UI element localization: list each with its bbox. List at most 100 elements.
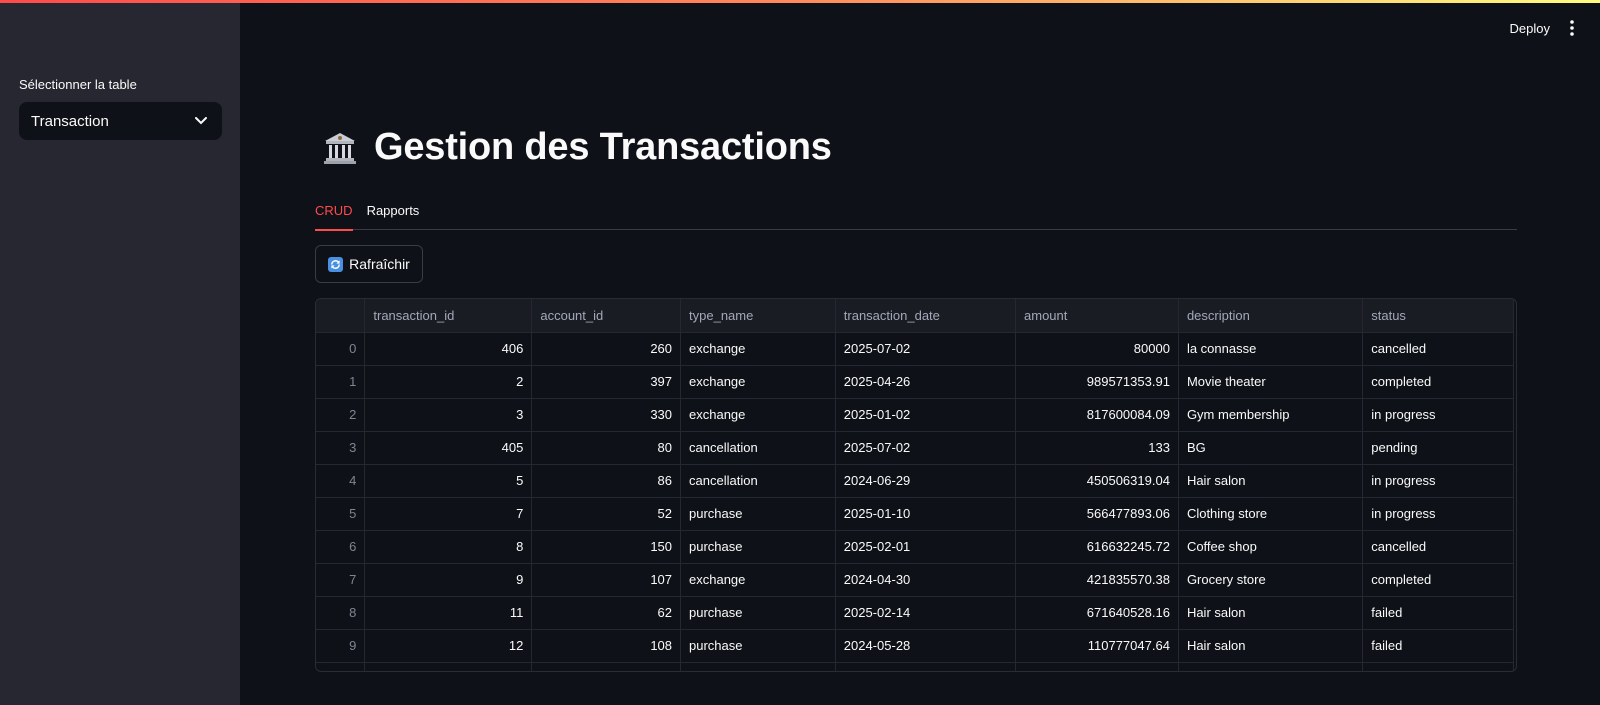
table-row[interactable]: 5 7 52 purchase 2025-01-10 566477893.06 Clothi…: [316, 497, 1514, 531]
table-cell[interactable]: 817600084.09: [1015, 398, 1179, 432]
table-cell[interactable]: 2024-06-29: [835, 464, 1017, 498]
table-row[interactable]: 4 5 86 cancellation 2024-06-29 450506319.04 Ha…: [316, 464, 1514, 498]
table-cell[interactable]: in progress: [1362, 464, 1514, 498]
table-cell[interactable]: 107: [531, 563, 682, 597]
more-options-icon[interactable]: [1566, 18, 1578, 38]
table-cell[interactable]: 2025-07-02: [835, 332, 1017, 366]
table-cell[interactable]: 62: [531, 596, 682, 630]
table-cell[interactable]: completed: [1362, 365, 1514, 399]
table-cell[interactable]: 52: [531, 497, 682, 531]
table-cell[interactable]: Hair salon: [1178, 629, 1364, 663]
table-select[interactable]: Transaction: [19, 102, 222, 140]
table-cell[interactable]: 2: [364, 365, 533, 399]
table-row[interactable]: 1 2 397 exchange 2025-04-26 989571353.91 Movie…: [316, 365, 1514, 399]
table-cell[interactable]: failed: [1362, 629, 1514, 663]
table-row[interactable]: 8 11 62 purchase 2025-02-14 671640528.16 Hair …: [316, 596, 1514, 630]
table-cell[interactable]: Hair salon: [1178, 464, 1364, 498]
table-cell[interactable]: 671640528.16: [1015, 596, 1179, 630]
tab-rapports[interactable]: Rapports: [367, 200, 420, 230]
table-cell[interactable]: 9: [364, 563, 533, 597]
table-row[interactable]: 2 3 330 exchange 2025-01-02 817600084.09 Gym m…: [316, 398, 1514, 432]
table-row[interactable]: 9 12 108 purchase 2024-05-28 110777047.64 Hair…: [316, 629, 1514, 663]
table-cell[interactable]: cancelled: [1362, 530, 1514, 564]
sidebar: Sélectionner la table Transaction: [0, 3, 240, 705]
table-cell[interactable]: 2025-02-14: [835, 596, 1017, 630]
table-cell[interactable]: 5: [364, 464, 533, 498]
table-cell[interactable]: 421835570.38: [1015, 563, 1179, 597]
table-cell[interactable]: 2025-02-01: [835, 530, 1017, 564]
table-cell[interactable]: 86: [531, 464, 682, 498]
table-cell[interactable]: 616632245.72: [1015, 530, 1179, 564]
row-index: 2: [316, 398, 366, 432]
deploy-button[interactable]: Deploy: [1510, 21, 1550, 36]
table-cell[interactable]: Coffee shop: [1178, 530, 1364, 564]
table-cell[interactable]: 80: [531, 431, 682, 465]
table-cell[interactable]: exchange: [680, 563, 836, 597]
table-cell[interactable]: purchase: [680, 530, 836, 564]
table-cell[interactable]: 260: [531, 332, 682, 366]
table-cell[interactable]: 80000: [1015, 332, 1179, 366]
refresh-button[interactable]: Rafraîchir: [315, 245, 423, 283]
table-cell[interactable]: 3: [364, 398, 533, 432]
table-cell[interactable]: 566477893.06: [1015, 497, 1179, 531]
table-cell[interactable]: Movie theater: [1178, 365, 1364, 399]
column-header[interactable]: status: [1362, 299, 1514, 333]
column-header[interactable]: transaction_id: [364, 299, 533, 333]
table-cell[interactable]: 7: [364, 497, 533, 531]
table-cell[interactable]: purchase: [680, 629, 836, 663]
data-table[interactable]: transaction_id account_id type_name tran…: [315, 298, 1517, 672]
table-cell[interactable]: exchange: [680, 332, 836, 366]
table-cell[interactable]: failed: [1362, 596, 1514, 630]
table-cell[interactable]: 2025-01-02: [835, 398, 1017, 432]
table-row[interactable]: 0 406 260 exchange 2025-07-02 80000 la connass…: [316, 332, 1514, 366]
table-cell[interactable]: 406: [364, 332, 533, 366]
table-cell[interactable]: cancellation: [680, 431, 836, 465]
table-cell[interactable]: 12: [364, 629, 533, 663]
table-cell[interactable]: Clothing store: [1178, 497, 1364, 531]
table-cell[interactable]: exchange: [680, 398, 836, 432]
table-cell[interactable]: completed: [1362, 563, 1514, 597]
page-title: Gestion des Transactions: [374, 126, 832, 168]
table-cell[interactable]: Gym membership: [1178, 398, 1364, 432]
table-cell[interactable]: Hair salon: [1178, 596, 1364, 630]
table-cell[interactable]: Grocery store: [1178, 563, 1364, 597]
table-cell[interactable]: cancelled: [1362, 332, 1514, 366]
table-cell[interactable]: 2025-07-02: [835, 431, 1017, 465]
table-row[interactable]: 3 405 80 cancellation 2025-07-02 133 BG pending: [316, 431, 1514, 465]
table-row[interactable]: 6 8 150 purchase 2025-02-01 616632245.72 Coffe…: [316, 530, 1514, 564]
table-cell[interactable]: in progress: [1362, 398, 1514, 432]
table-cell: [1178, 662, 1364, 671]
table-cell[interactable]: la connasse: [1178, 332, 1364, 366]
table-cell[interactable]: in progress: [1362, 497, 1514, 531]
table-cell[interactable]: purchase: [680, 596, 836, 630]
column-header[interactable]: amount: [1015, 299, 1179, 333]
table-cell[interactable]: 2025-01-10: [835, 497, 1017, 531]
table-cell[interactable]: 2024-05-28: [835, 629, 1017, 663]
tab-crud[interactable]: CRUD: [315, 200, 353, 231]
table-cell[interactable]: 108: [531, 629, 682, 663]
table-cell[interactable]: purchase: [680, 497, 836, 531]
table-cell[interactable]: BG: [1178, 431, 1364, 465]
table-cell[interactable]: 2025-04-26: [835, 365, 1017, 399]
table-cell[interactable]: 11: [364, 596, 533, 630]
column-header[interactable]: description: [1178, 299, 1364, 333]
table-cell[interactable]: 2024-04-30: [835, 563, 1017, 597]
table-cell[interactable]: 133: [1015, 431, 1179, 465]
table-cell: [1362, 662, 1514, 671]
table-cell[interactable]: pending: [1362, 431, 1514, 465]
table-cell[interactable]: 330: [531, 398, 682, 432]
table-cell[interactable]: exchange: [680, 365, 836, 399]
table-row[interactable]: 7 9 107 exchange 2024-04-30 421835570.38 Groce…: [316, 563, 1514, 597]
table-cell[interactable]: 989571353.91: [1015, 365, 1179, 399]
column-header[interactable]: transaction_date: [835, 299, 1017, 333]
column-header[interactable]: account_id: [531, 299, 682, 333]
table-cell[interactable]: 8: [364, 530, 533, 564]
table-cell[interactable]: 150: [531, 530, 682, 564]
table-cell[interactable]: 397: [531, 365, 682, 399]
table-cell[interactable]: cancellation: [680, 464, 836, 498]
table-cell[interactable]: 450506319.04: [1015, 464, 1179, 498]
column-header[interactable]: type_name: [680, 299, 836, 333]
table-cell[interactable]: 110777047.64: [1015, 629, 1179, 663]
table-cell: [835, 662, 1017, 671]
table-cell[interactable]: 405: [364, 431, 533, 465]
